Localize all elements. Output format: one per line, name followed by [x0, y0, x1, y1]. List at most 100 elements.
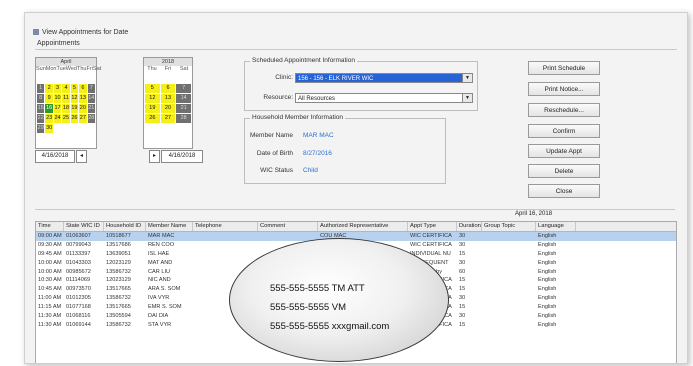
- calendar-day[interactable]: 1: [37, 84, 45, 93]
- calendar-day[interactable]: 7: [176, 84, 191, 93]
- calendar-day[interactable]: 26: [70, 114, 79, 123]
- calendar-day: [145, 124, 160, 133]
- column-header[interactable]: Authorized Representative: [318, 222, 408, 231]
- calendar-day[interactable]: 25: [62, 114, 70, 123]
- confirm-button[interactable]: Confirm: [528, 124, 600, 138]
- calendar-day[interactable]: 28: [176, 114, 191, 123]
- calendar-day[interactable]: 14: [87, 94, 95, 103]
- calendar-day[interactable]: 23: [45, 114, 53, 123]
- next-arrow-icon[interactable]: ▸: [149, 150, 160, 163]
- calendar-day[interactable]: 9: [45, 94, 53, 103]
- calendar-day[interactable]: 6: [160, 84, 176, 93]
- table-cell: [482, 241, 536, 250]
- prev-arrow-icon[interactable]: ◂: [76, 150, 87, 163]
- calendar-day: [176, 74, 191, 83]
- column-header[interactable]: Telephone: [193, 222, 258, 231]
- delete-button[interactable]: Delete: [528, 164, 600, 178]
- calendar-day[interactable]: 5: [145, 84, 160, 93]
- calendar-day[interactable]: 12: [70, 94, 79, 103]
- calendar-day: [45, 74, 53, 83]
- column-header[interactable]: Household ID: [104, 222, 146, 231]
- chevron-down-icon[interactable]: ▼: [462, 74, 472, 82]
- print-schedule-button[interactable]: Print Schedule: [528, 61, 600, 75]
- group-title: Scheduled Appointment Information: [250, 57, 357, 64]
- table-cell: WIC CERTIFICA: [410, 233, 452, 239]
- table-cell: 13517686: [106, 241, 131, 248]
- column-header[interactable]: Duration: [457, 222, 482, 231]
- resource-value: All Resources: [298, 96, 336, 102]
- column-header[interactable]: Language: [536, 222, 576, 231]
- calendar-day[interactable]: 13: [160, 94, 176, 103]
- calendar-day[interactable]: 21: [87, 104, 95, 113]
- calendar-day[interactable]: 18: [62, 104, 70, 113]
- calendar-day[interactable]: 28: [87, 114, 95, 123]
- resource-select[interactable]: All Resources ▼: [295, 93, 473, 103]
- table-cell: 01069144: [66, 321, 91, 328]
- calendar-day[interactable]: 15: [37, 104, 45, 113]
- table-cell: 30: [459, 233, 466, 239]
- close-button[interactable]: Close: [528, 184, 600, 198]
- calendar-day[interactable]: 10: [53, 94, 62, 103]
- chevron-down-icon[interactable]: ▼: [462, 94, 472, 102]
- table-cell: ISL HAE: [148, 250, 170, 257]
- column-header[interactable]: Group Topic: [482, 222, 536, 231]
- table-cell: [482, 312, 536, 321]
- calendar-day: [70, 124, 79, 133]
- table-cell: English: [538, 286, 557, 293]
- day-header: Tue: [56, 66, 66, 72]
- table-cell: ARA S. SOM: [148, 286, 181, 293]
- update-appt-button[interactable]: Update Appt: [528, 144, 600, 158]
- calendar-day[interactable]: 17: [53, 104, 62, 113]
- calendar-day[interactable]: 20: [79, 104, 87, 113]
- table-cell: 13586732: [106, 295, 131, 302]
- print-notice-button[interactable]: Print Notice...: [528, 82, 600, 96]
- calendar-day[interactable]: 19: [145, 104, 160, 113]
- calendar-day[interactable]: 5: [70, 84, 79, 93]
- column-header[interactable]: State WIC ID: [64, 222, 104, 231]
- clinic-select[interactable]: 156 - 156 - ELK RIVER WIC ▼: [295, 73, 473, 83]
- calendar-day-headers: Thu Fri Sat: [144, 66, 192, 73]
- table-cell: [193, 250, 258, 259]
- calendar-day-grid[interactable]: 1 2 3 4 5 6 7 8 9 10 11 12 13 14 15 16 17 18 19 20 21 22 23 24 2…: [36, 73, 96, 134]
- calendar-day[interactable]: 30: [45, 124, 53, 133]
- calendar-day[interactable]: 20: [160, 104, 176, 113]
- window-app-icon: [33, 29, 39, 36]
- table-cell: 11:00 AM: [38, 295, 62, 302]
- calendar-day[interactable]: 27: [160, 114, 176, 123]
- member-name-label: Member Name: [250, 132, 293, 139]
- calendar-day[interactable]: 19: [70, 104, 79, 113]
- start-date-field[interactable]: 4/16/2018: [35, 150, 75, 163]
- table-cell: 10:45 AM: [38, 286, 62, 293]
- calendar-day[interactable]: 6: [79, 84, 87, 93]
- calendar-day[interactable]: 4: [62, 84, 70, 93]
- calendar-day[interactable]: 13: [79, 94, 87, 103]
- column-header[interactable]: Time: [36, 222, 64, 231]
- table-cell: [482, 303, 536, 312]
- calendar-2018[interactable]: 2018 Thu Fri Sat 5 6 7 12 13 14 19 20 21 26 27 28: [143, 57, 193, 149]
- calendar-april[interactable]: April Sun Mon Tue Wed Thu Fri Sat 1 2 3 4 5 6 7 8 9 10 1…: [35, 57, 101, 149]
- table-cell: MAR MAC: [148, 233, 175, 239]
- calendar-day[interactable]: 22: [37, 114, 45, 123]
- calendar-day[interactable]: 29: [37, 124, 45, 133]
- calendar-day[interactable]: 11: [62, 94, 70, 103]
- calendar-day[interactable]: 14: [176, 94, 191, 103]
- column-header[interactable]: Member Name: [146, 222, 193, 231]
- calendar-day[interactable]: 12: [145, 94, 160, 103]
- calendar-day[interactable]: 21: [176, 104, 191, 113]
- calendar-day[interactable]: 7: [87, 84, 95, 93]
- calendar-day: [160, 74, 176, 83]
- calendar-day[interactable]: 24: [53, 114, 62, 123]
- calendar-day[interactable]: 26: [145, 114, 160, 123]
- table-cell: 01063607: [66, 233, 91, 239]
- end-date-field[interactable]: 4/16/2018: [161, 150, 203, 163]
- calendar-day-grid[interactable]: 5 6 7 12 13 14 19 20 21 26 27 28: [144, 73, 192, 134]
- column-header[interactable]: Comment: [258, 222, 318, 231]
- calendar-day[interactable]: 3: [53, 84, 62, 93]
- table-cell: English: [538, 250, 557, 257]
- calendar-day[interactable]: 27: [79, 114, 87, 123]
- calendar-day-selected[interactable]: 16: [45, 104, 53, 113]
- reschedule-button[interactable]: Reschedule...: [528, 103, 600, 117]
- column-header[interactable]: Appt Type: [408, 222, 457, 231]
- calendar-day[interactable]: 2: [45, 84, 53, 93]
- calendar-day[interactable]: 8: [37, 94, 45, 103]
